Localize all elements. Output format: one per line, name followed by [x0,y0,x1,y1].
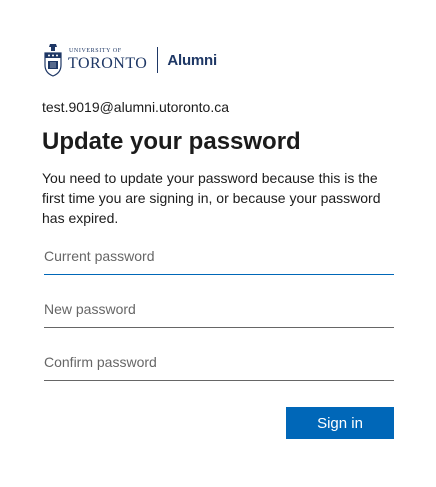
current-password-input[interactable] [44,238,394,274]
page-description: You need to update your password because… [42,170,381,226]
current-password-field [44,238,394,275]
new-password-input[interactable] [44,291,394,327]
page-title: Update your password [42,128,301,155]
university-wordmark: UNIVERSITY OF TORONTO [68,48,147,72]
uoft-crest-icon [44,44,62,77]
password-update-card: UNIVERSITY OF TORONTO Alumni test.9019@a… [42,40,394,439]
confirm-password-field [44,344,394,381]
university-of-label: UNIVERSITY OF [69,48,122,54]
new-password-field [44,291,394,328]
sign-in-button[interactable]: Sign in [286,407,394,439]
organization-logo: UNIVERSITY OF TORONTO Alumni [42,40,394,80]
confirm-password-input[interactable] [44,344,394,380]
account-identity: test.9019@alumni.utoronto.ca [42,99,229,115]
division-label: Alumni [167,51,217,69]
toronto-label: TORONTO [68,55,148,72]
form-actions: Sign in [42,407,394,439]
logo-divider [157,47,159,73]
